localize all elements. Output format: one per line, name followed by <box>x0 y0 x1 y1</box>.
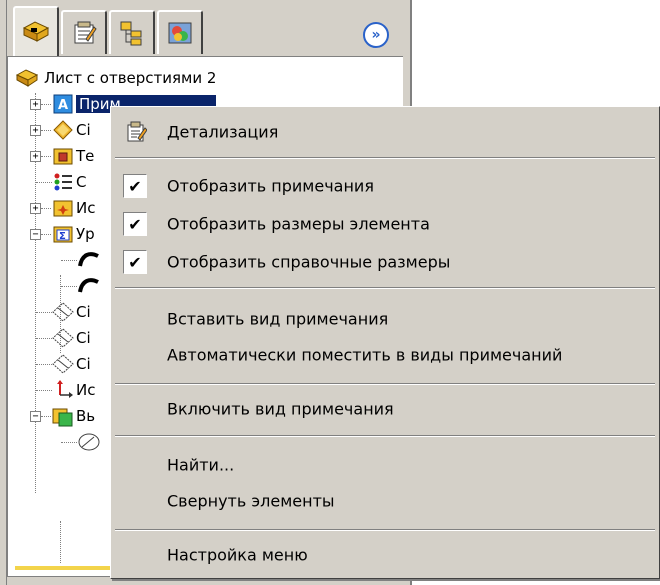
expand-icon[interactable]: + <box>30 125 41 136</box>
menu-item-insert-annotation-view[interactable]: Вставить вид примечания <box>113 302 657 336</box>
menu-item-label: Детализация <box>167 122 279 142</box>
menu-item-label: Отобразить примечания <box>167 176 374 196</box>
property-manager-icon <box>74 21 97 44</box>
details-icon <box>127 121 147 142</box>
menu-separator <box>115 435 655 437</box>
origin-icon <box>52 379 74 401</box>
manager-tabstrip: » <box>7 0 407 56</box>
collapse-icon[interactable]: − <box>30 411 41 422</box>
menu-item-show-feature-dimensions[interactable]: ✔ Отобразить размеры элемента <box>113 207 657 241</box>
expand-icon[interactable]: + <box>30 99 41 110</box>
tree-item-label: Сі <box>76 329 91 347</box>
menu-item-activate-annotation-view[interactable]: Включить вид примечания <box>113 392 657 426</box>
appearance-manager-icon <box>168 22 192 44</box>
collapse-icon[interactable]: − <box>30 229 41 240</box>
tree-connector-line <box>60 521 61 563</box>
menu-item-label: Найти... <box>167 455 235 475</box>
tree-item-label: Сі <box>76 303 91 321</box>
menu-item-label: Включить вид примечания <box>167 399 394 419</box>
menu-separator <box>115 383 655 385</box>
sketch-icon <box>78 431 100 453</box>
menu-separator <box>115 287 655 289</box>
expand-icon[interactable]: + <box>30 203 41 214</box>
annotations-icon: A <box>52 93 74 115</box>
check-icon: ✔ <box>123 212 147 236</box>
tab-feature-manager[interactable] <box>13 6 59 56</box>
menu-separator <box>115 529 655 531</box>
sketch-curve-icon <box>78 249 100 271</box>
tab-property-manager[interactable] <box>61 10 107 54</box>
tree-item-label: Сі <box>76 121 91 139</box>
expand-panel-button[interactable]: » <box>363 22 389 48</box>
menu-item-label: Вставить вид примечания <box>167 309 389 329</box>
menu-item-customize-menu[interactable]: Настройка меню <box>113 538 657 572</box>
expand-icon[interactable]: + <box>30 151 41 162</box>
extrude-icon <box>52 405 74 427</box>
tree-item-label: Ис <box>76 381 96 399</box>
menu-item-show-annotations[interactable]: ✔ Отобразить примечания <box>113 169 657 203</box>
tree-item-label: Ур <box>76 225 95 243</box>
menu-item-auto-place-annotation-views[interactable]: Автоматически поместить в виды примечани… <box>113 338 657 372</box>
sketch-curve-icon <box>78 275 100 297</box>
context-menu: Детализация ✔ Отобразить примечания ✔ От… <box>110 106 660 579</box>
sum-folder-icon: Σ <box>52 223 74 245</box>
menu-item-label: Свернуть элементы <box>167 491 335 511</box>
tree-item-label: С <box>76 173 87 191</box>
tree-item-label: Ис <box>76 199 96 217</box>
check-icon: ✔ <box>123 174 147 198</box>
tree-root-label: Лист с отверстиями 2 <box>44 69 217 87</box>
configuration-manager-icon <box>120 21 142 46</box>
feature-tree-icon <box>22 21 50 42</box>
menu-item-collapse-items[interactable]: Свернуть элементы <box>113 484 657 518</box>
plane-icon <box>52 353 74 375</box>
menu-item-find[interactable]: Найти... <box>113 448 657 482</box>
menu-item-show-reference-dimensions[interactable]: ✔ Отобразить справочные размеры <box>113 245 657 279</box>
tree-item-label: Те <box>76 147 95 165</box>
part-icon <box>16 67 38 89</box>
lights-icon <box>52 197 74 219</box>
tab-appearance-manager[interactable] <box>157 10 203 54</box>
tree-item-label: Сі <box>76 355 91 373</box>
equations-icon <box>52 171 74 193</box>
solid-bodies-icon <box>52 145 74 167</box>
menu-item-details[interactable]: Детализация <box>113 115 657 149</box>
menu-item-label: Отобразить размеры элемента <box>167 214 430 234</box>
plane-icon <box>52 327 74 349</box>
tab-configuration-manager[interactable] <box>109 10 155 54</box>
menu-item-label: Отобразить справочные размеры <box>167 252 451 272</box>
menu-item-label: Автоматически поместить в виды примечани… <box>167 345 563 365</box>
svg-text:Σ: Σ <box>59 231 66 242</box>
menu-separator <box>115 157 655 159</box>
check-icon: ✔ <box>123 250 147 274</box>
plane-icon <box>52 301 74 323</box>
material-icon <box>52 119 74 141</box>
tree-root[interactable]: Лист с отверстиями 2 <box>8 65 403 91</box>
menu-item-label: Настройка меню <box>167 545 308 565</box>
tree-item-label: Вь <box>76 407 96 425</box>
svg-text:A: A <box>58 98 68 113</box>
